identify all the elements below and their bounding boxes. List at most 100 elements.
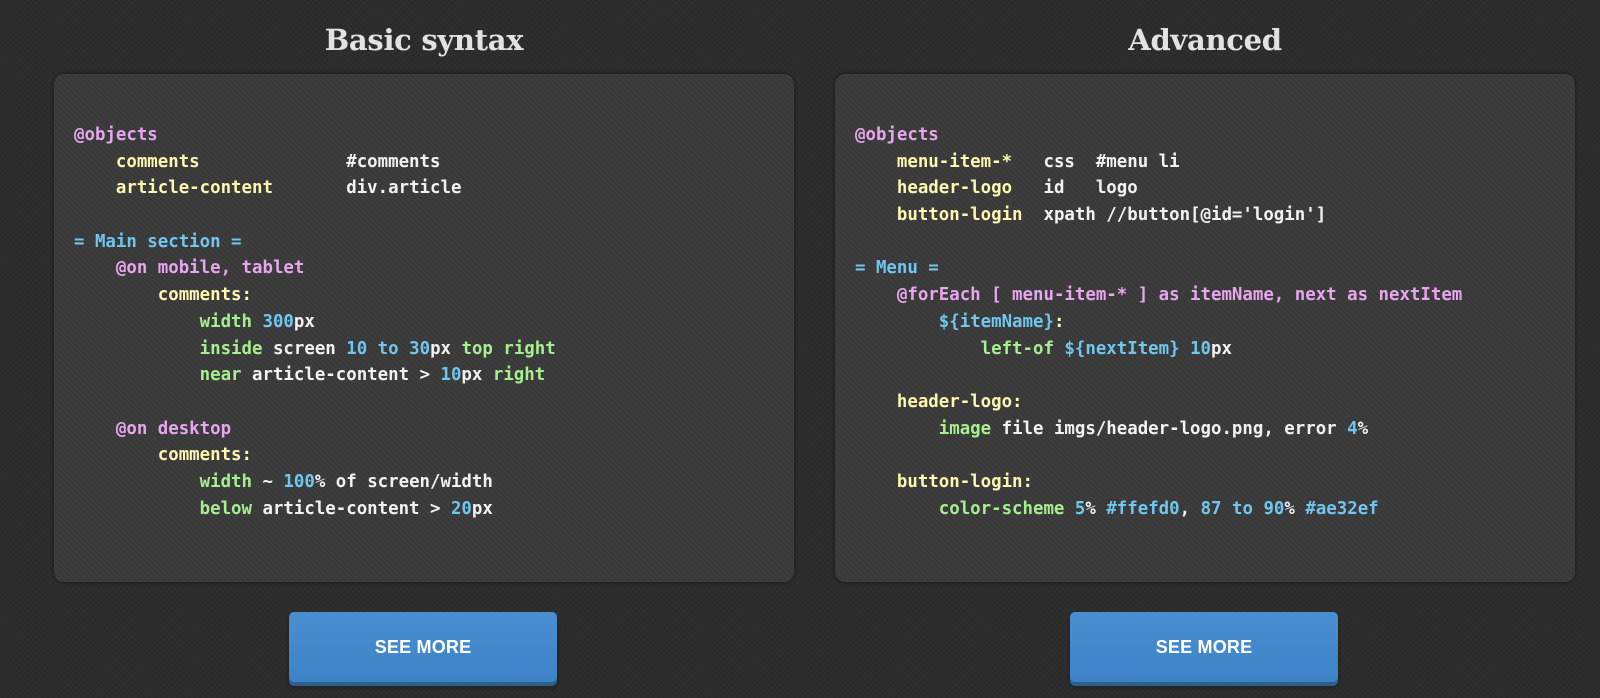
code-line: = Main section = [74, 229, 556, 256]
code-line: menu-item-* css #menu li [855, 149, 1462, 176]
code-number-token: 5 [1074, 498, 1086, 519]
code-number-token: 100 [283, 471, 315, 492]
see-more-basic-button[interactable]: SEE MORE [289, 612, 557, 682]
code-text-token: id logo [1012, 178, 1138, 199]
code-text-token: article-content > [241, 365, 441, 386]
code-object-token: : [1053, 311, 1065, 332]
code-line: ​ [855, 442, 1462, 469]
code-object-token: button-login: [896, 471, 1034, 492]
code-line: below article-content > 20px [74, 496, 556, 523]
code-line: @objects [855, 122, 1462, 149]
code-directive-token: @objects [74, 125, 158, 145]
code-section-token: ${itemName} [938, 311, 1054, 332]
code-rule-token: width [199, 471, 252, 492]
code-rule-token: near [199, 365, 242, 386]
code-number-token: 30 [409, 338, 431, 359]
code-line: header-logo: [855, 389, 1462, 416]
code-rule-token: width [199, 311, 252, 332]
code-rule-token: left-of [980, 338, 1054, 359]
code-text-token: % of screen/width [314, 471, 493, 492]
code-text-token: file imgs/header-logo.png, error [991, 418, 1348, 439]
code-number-token: 4 [1347, 418, 1358, 439]
code-line: ${itemName}: [855, 309, 1462, 336]
code-number-token: 10 [346, 338, 368, 359]
code-object-token: comments [115, 151, 200, 172]
code-line: near article-content > 10px right [74, 362, 556, 389]
code-rule-token: image [938, 418, 992, 439]
code-text-token: #comments [199, 151, 441, 172]
code-text-token: ~ [252, 471, 284, 492]
code-text-token: screen [262, 338, 347, 359]
code-text-token: % [1357, 418, 1369, 439]
code-line: inside screen 10 to 30px top right [74, 336, 556, 363]
code-number-token: to [1232, 498, 1253, 519]
code-object-token: menu-item-* [896, 151, 1013, 172]
advanced-code-block: @objects menu-item-* css #menu li header… [855, 122, 1462, 522]
code-directive-token: @on desktop [115, 418, 232, 439]
code-object-token: comments: [157, 445, 252, 466]
code-line: width ~ 100% of screen/width [74, 469, 556, 496]
code-section-token: ${nextItem} [1064, 338, 1180, 359]
basic-syntax-title: Basic syntax [324, 23, 524, 57]
code-line: comments: [74, 282, 556, 309]
code-line: button-login xpath //button[@id='login'] [855, 202, 1462, 229]
code-text-token: px [1211, 338, 1232, 359]
code-text-token: px [430, 338, 462, 359]
code-line: = Menu = [855, 255, 1462, 282]
code-line: color-scheme 5% #ffefd0, 87 to 90% #ae32… [855, 496, 1462, 523]
code-rule-token: right [492, 365, 546, 386]
code-section-token: = Main section = [74, 231, 242, 252]
code-text-token: px [293, 311, 315, 332]
code-number-token: 10 [1190, 338, 1212, 359]
code-directive-token: @on mobile, tablet [115, 258, 305, 279]
code-line: ​ [74, 389, 556, 416]
code-rule-token: color-scheme [938, 498, 1065, 519]
code-section-token: #ffefd0 [1106, 498, 1180, 519]
code-text-token: article-content > [252, 498, 451, 519]
code-line: article-content div.article [74, 175, 556, 202]
code-text-token: px [471, 498, 493, 519]
code-number-token: 10 [440, 365, 462, 386]
basic-syntax-code-card: @objects comments #comments article-cont… [54, 74, 794, 582]
code-text-token: xpath //button[@id='login'] [1022, 205, 1327, 226]
code-number-token: 90 [1263, 498, 1285, 519]
code-line: ​ [855, 362, 1462, 389]
code-object-token: header-logo [896, 178, 1013, 199]
code-text-token: , [1179, 498, 1201, 519]
code-line: width 300px [74, 309, 556, 336]
code-line: @forEach [ menu-item-* ] as itemName, ne… [855, 282, 1462, 309]
code-object-token: article-content [115, 178, 273, 199]
code-line: @objects [74, 122, 556, 149]
code-rule-token: top right [461, 338, 556, 359]
code-text-token: % [1085, 498, 1107, 519]
code-line: image file imgs/header-logo.png, error 4… [855, 416, 1462, 443]
code-number-token: 87 [1200, 498, 1222, 519]
code-text-token: px [461, 365, 493, 386]
code-object-token: header-logo: [896, 391, 1023, 412]
code-number-token: 20 [450, 498, 472, 519]
code-number-token: to [377, 338, 399, 359]
code-section-token: = Menu = [855, 258, 939, 279]
code-rule-token: inside [199, 338, 263, 359]
see-more-advanced-button[interactable]: SEE MORE [1070, 612, 1338, 682]
code-line: ​ [855, 229, 1462, 256]
code-directive-token: @forEach [ menu-item-* ] as itemName, ne… [896, 285, 1463, 306]
